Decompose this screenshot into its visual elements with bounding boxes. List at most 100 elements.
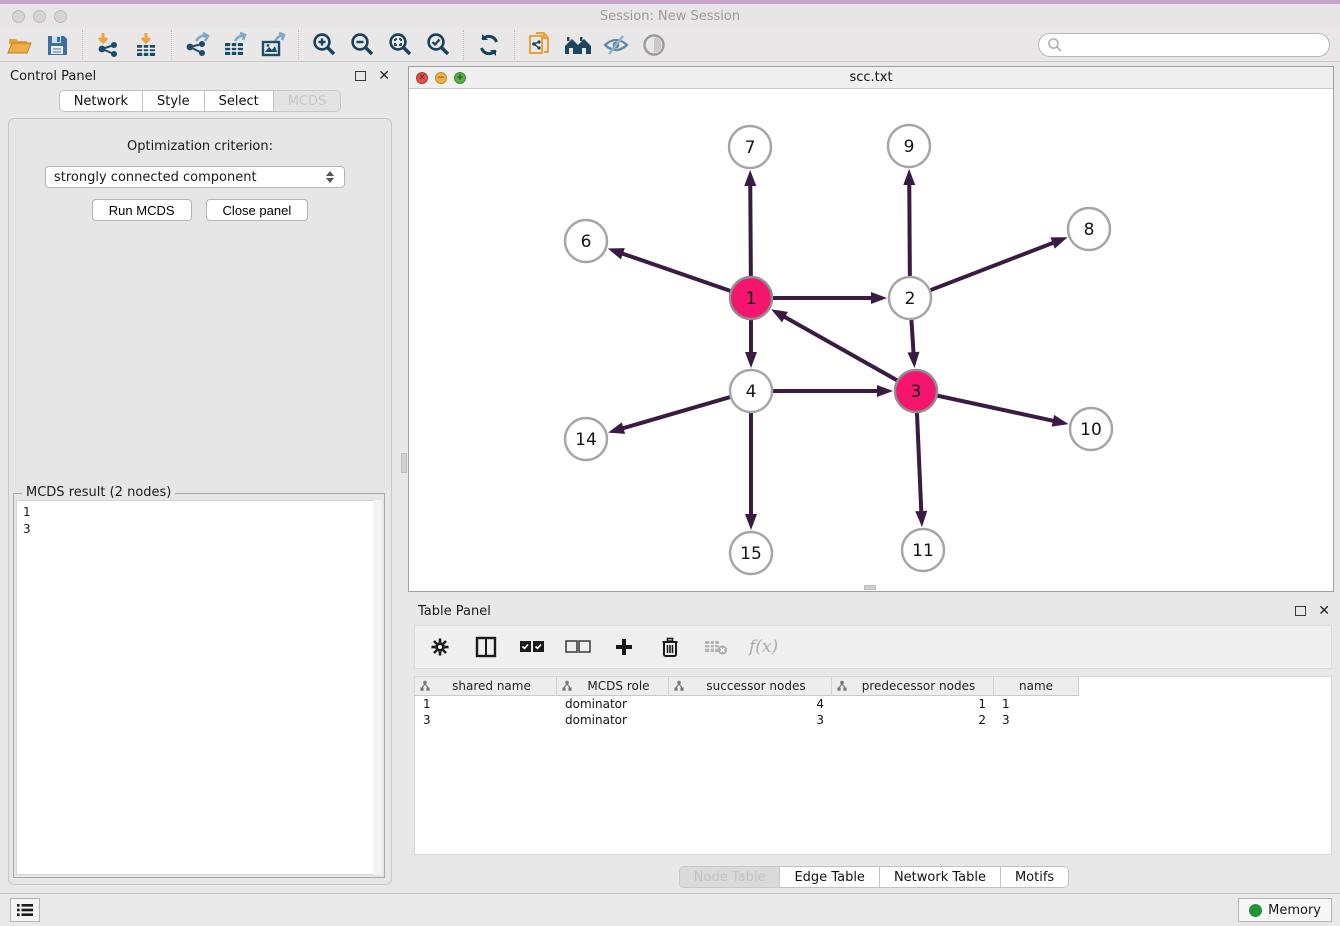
graph-edge-4-14[interactable] (622, 397, 732, 429)
tab-network[interactable]: Network (59, 90, 143, 112)
delete-column-button[interactable] (657, 634, 683, 660)
graph-arrowhead (745, 514, 757, 530)
zoom-fit-button[interactable] (381, 30, 419, 60)
run-mcds-button[interactable]: Run MCDS (92, 199, 192, 221)
memory-label: Memory (1268, 903, 1321, 918)
table-cell[interactable]: 3 (994, 712, 1079, 728)
network-view-window: ✕ − + scc.txt 7968124314101511 (408, 66, 1334, 592)
table-cell[interactable]: 3 (669, 712, 832, 728)
table-cell[interactable]: 1 (832, 696, 994, 712)
unchecked-boxes-icon (565, 640, 591, 654)
graph-edge-2-8[interactable] (929, 242, 1055, 290)
table-cell[interactable]: 1 (994, 696, 1079, 712)
table-cell[interactable]: 3 (415, 712, 557, 728)
graph-arrowhead (877, 385, 893, 397)
float-panel-icon[interactable] (355, 71, 366, 81)
result-scrollbar[interactable] (373, 500, 382, 875)
graph-edge-3-10[interactable] (936, 395, 1055, 421)
table-body: 1dominator4113dominator323 (415, 696, 1331, 728)
graph-edge-2-9[interactable] (909, 183, 910, 278)
export-network-icon (183, 31, 211, 59)
columns-icon (475, 636, 497, 658)
table-cell[interactable]: 2 (832, 712, 994, 728)
node-table[interactable]: shared nameMCDS rolesuccessor nodesprede… (414, 676, 1332, 855)
table-cell[interactable]: dominator (557, 712, 669, 728)
zoom-selected-icon (424, 31, 452, 59)
task-history-button[interactable] (10, 898, 40, 922)
status-bar: Memory (0, 893, 1340, 926)
export-image-icon (259, 31, 287, 59)
table-cell[interactable]: dominator (557, 696, 669, 712)
column-header-MCDS-role[interactable]: MCDS role (557, 677, 669, 696)
tab-node-table[interactable]: Node Table (679, 866, 781, 888)
hide-panels-button[interactable] (597, 30, 635, 60)
tab-edge-table[interactable]: Edge Table (780, 866, 879, 888)
table-cell[interactable]: 4 (669, 696, 832, 712)
search-icon (1047, 37, 1063, 53)
open-folder-icon (6, 32, 32, 58)
show-column-button[interactable] (473, 634, 499, 660)
graph-edge-3-11[interactable] (917, 411, 921, 513)
mcds-result-group: MCDS result (2 nodes) 1 3 (13, 493, 385, 878)
close-panel-icon[interactable]: ✕ (378, 69, 390, 83)
import-table-button[interactable] (127, 30, 165, 60)
column-header-name[interactable]: name (994, 677, 1079, 696)
graph-edge-2-3[interactable] (911, 318, 913, 354)
network-window-titlebar[interactable]: ✕ − + scc.txt (409, 67, 1333, 89)
tab-style[interactable]: Style (143, 90, 205, 112)
column-header-shared-name[interactable]: shared name (415, 677, 557, 696)
search-input[interactable] (1063, 35, 1329, 55)
graph-node-label-9: 9 (904, 137, 915, 157)
graph-arrowhead (871, 292, 887, 304)
delete-table-button[interactable] (703, 634, 729, 660)
control-panel-tabs: NetworkStyleSelectMCDS (0, 90, 400, 112)
save-session-button[interactable] (38, 30, 76, 60)
column-header-predecessor-nodes[interactable]: predecessor nodes (832, 677, 994, 696)
network-canvas[interactable]: 7968124314101511 (409, 89, 1333, 591)
zoom-selected-button[interactable] (419, 30, 457, 60)
toolbar-separator (514, 30, 515, 60)
float-table-panel-icon[interactable] (1295, 606, 1306, 616)
tab-mcds[interactable]: MCDS (274, 90, 342, 112)
table-cell[interactable]: 1 (415, 696, 557, 712)
column-header-successor-nodes[interactable]: successor nodes (669, 677, 832, 696)
tab-network-table[interactable]: Network Table (880, 866, 1001, 888)
close-panel-button[interactable]: Close panel (206, 199, 309, 221)
export-table-icon (221, 31, 249, 59)
show-panel-button[interactable] (635, 30, 673, 60)
tab-motifs[interactable]: Motifs (1001, 866, 1069, 888)
table-row[interactable]: 1dominator411 (415, 696, 1331, 712)
column-header-label: name (998, 679, 1074, 693)
table-settings-button[interactable] (427, 634, 453, 660)
toolbar-separator (171, 30, 172, 60)
refresh-layout-button[interactable] (470, 30, 508, 60)
tab-select[interactable]: Select (205, 90, 274, 112)
table-row[interactable]: 3dominator323 (415, 712, 1331, 728)
mcds-result-text[interactable]: 1 3 (16, 500, 382, 875)
select-all-button[interactable] (519, 634, 545, 660)
deselect-all-button[interactable] (565, 634, 591, 660)
export-image-button[interactable] (254, 30, 292, 60)
zoom-in-button[interactable] (305, 30, 343, 60)
split-divider-handle[interactable] (401, 453, 407, 473)
export-table-button[interactable] (216, 30, 254, 60)
function-builder-button[interactable]: f(x) (749, 637, 778, 657)
home-view-button[interactable] (559, 30, 597, 60)
close-table-panel-icon[interactable]: ✕ (1318, 604, 1330, 618)
criterion-select[interactable]: strongly connected component (45, 166, 345, 188)
trash-icon (661, 637, 679, 657)
graph-edge-3-1[interactable] (783, 316, 898, 381)
import-network-button[interactable] (89, 30, 127, 60)
clone-network-button[interactable] (521, 30, 559, 60)
export-network-button[interactable] (178, 30, 216, 60)
graph-edge-1-7[interactable] (750, 184, 751, 278)
column-type-icon (419, 680, 431, 692)
graph-arrowhead (1050, 237, 1067, 248)
create-column-button[interactable] (611, 634, 637, 660)
zoom-out-button[interactable] (343, 30, 381, 60)
open-session-button[interactable] (0, 30, 38, 60)
app-titlebar: Session: New Session (0, 4, 1340, 28)
memory-button[interactable]: Memory (1238, 898, 1332, 922)
graph-edge-1-6[interactable] (621, 253, 732, 291)
canvas-resize-handle[interactable] (864, 585, 876, 590)
